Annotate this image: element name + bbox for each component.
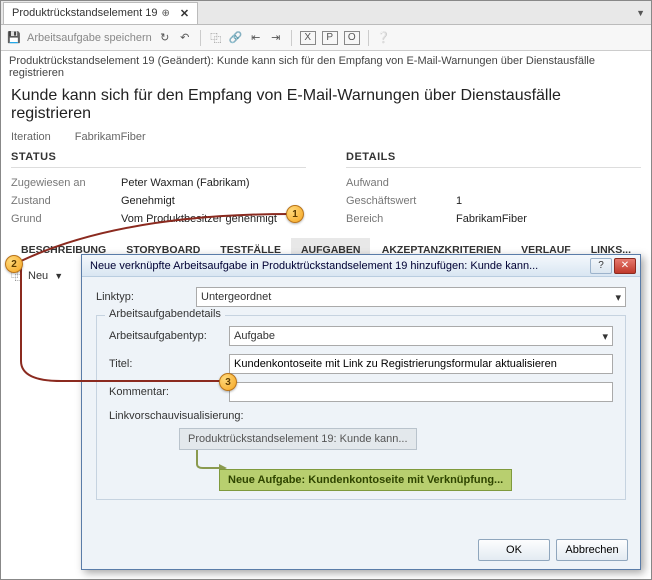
preview-label: Linkvorschauvisualisierung: — [109, 410, 613, 422]
linktype-value: Untergeordnet — [201, 291, 271, 303]
toolbar: 💾 Arbeitsaufgabe speichern ↻ ↶ ⿻ 🔗 ⇤ ⇥ X… — [1, 25, 651, 51]
chevron-down-icon[interactable]: ▼ — [54, 271, 63, 281]
undo-icon[interactable]: ↶ — [178, 31, 192, 45]
title-label: Titel: — [109, 358, 229, 370]
help-icon[interactable]: ❔ — [377, 31, 391, 45]
reason-value[interactable]: Vom Produktbesitzer genehmigt — [121, 213, 277, 225]
new-button[interactable]: Neu — [28, 270, 48, 282]
tab-overflow-icon[interactable]: ▼ — [636, 8, 645, 18]
dialog-titlebar[interactable]: Neue verknüpfte Arbeitsaufgabe in Produk… — [82, 255, 640, 277]
new-linked-workitem-dialog: Neue verknüpfte Arbeitsaufgabe in Produk… — [81, 254, 641, 570]
iteration-label: Iteration — [11, 131, 51, 143]
state-label: Zustand — [11, 195, 121, 207]
type-label: Arbeitsaufgabentyp: — [109, 330, 229, 342]
comment-label: Kommentar: — [109, 386, 229, 398]
fieldset-legend: Arbeitsaufgabendetails — [105, 308, 225, 320]
help-button[interactable]: ? — [590, 258, 612, 274]
preview-parent-node: Produktrückstandselement 19: Kunde kann.… — [179, 428, 417, 450]
iteration-value[interactable]: FabrikamFiber — [75, 131, 146, 143]
biz-label: Geschäftswert — [346, 195, 456, 207]
biz-value[interactable]: 1 — [456, 195, 462, 207]
outdent-icon[interactable]: ⇤ — [249, 31, 263, 45]
box-p-icon[interactable]: P — [322, 31, 338, 45]
status-header: STATUS — [11, 151, 306, 168]
page-title: Kunde kann sich für den Empfang von E-Ma… — [1, 83, 651, 131]
details-column: DETAILS Aufwand Geschäftswert1 BereichFa… — [346, 151, 641, 228]
type-select[interactable]: Aufgabe ▾ — [229, 326, 613, 346]
link-icon[interactable]: 🔗 — [229, 31, 243, 45]
state-value[interactable]: Genehmigt — [121, 195, 175, 207]
linktype-select[interactable]: Untergeordnet ▾ — [196, 287, 626, 307]
workitem-details-fieldset: Arbeitsaufgabendetails Arbeitsaufgabenty… — [96, 315, 626, 500]
tab-title: Produktrückstandselement 19 — [12, 7, 158, 19]
close-icon[interactable]: ✕ — [180, 7, 189, 20]
breadcrumb: Produktrückstandselement 19 (Geändert): … — [1, 51, 651, 83]
save-button[interactable]: Arbeitsaufgabe speichern — [27, 32, 152, 44]
save-icon[interactable]: 💾 — [7, 31, 21, 45]
linktype-label: Linktyp: — [96, 291, 196, 303]
title-input[interactable] — [229, 354, 613, 374]
assigned-label: Zugewiesen an — [11, 177, 121, 189]
box-o-icon[interactable]: O — [344, 31, 360, 45]
document-tab-bar: Produktrückstandselement 19 ⊕ ✕ ▼ — [1, 1, 651, 25]
indent-icon[interactable]: ⇥ — [269, 31, 283, 45]
comment-input[interactable] — [229, 382, 613, 402]
status-column: STATUS Zugewiesen anPeter Waxman (Fabrik… — [11, 151, 306, 228]
link-preview: Produktrückstandselement 19: Kunde kann.… — [109, 428, 613, 491]
copy-icon[interactable]: ⿻ — [209, 31, 223, 45]
effort-label: Aufwand — [346, 177, 456, 189]
dialog-title: Neue verknüpfte Arbeitsaufgabe in Produk… — [86, 260, 588, 272]
document-tab[interactable]: Produktrückstandselement 19 ⊕ ✕ — [3, 2, 198, 24]
callout-2: 2 — [5, 255, 23, 273]
chevron-down-icon: ▾ — [615, 291, 621, 304]
box-x-icon[interactable]: X — [300, 31, 316, 45]
type-value: Aufgabe — [234, 330, 275, 342]
area-value[interactable]: FabrikamFiber — [456, 213, 527, 225]
assigned-value[interactable]: Peter Waxman (Fabrikam) — [121, 177, 250, 189]
pin-icon[interactable]: ⊕ — [162, 8, 170, 19]
ok-button[interactable]: OK — [478, 539, 550, 561]
details-header: DETAILS — [346, 151, 641, 168]
iteration-row: Iteration FabrikamFiber — [1, 131, 651, 151]
callout-3: 3 — [219, 373, 237, 391]
chevron-down-icon: ▾ — [602, 330, 608, 343]
refresh-icon[interactable]: ↻ — [158, 31, 172, 45]
reason-label: Grund — [11, 213, 121, 225]
close-button[interactable]: ✕ — [614, 258, 636, 274]
preview-child-node: Neue Aufgabe: Kundenkontoseite mit Verkn… — [219, 469, 512, 491]
callout-1: 1 — [286, 205, 304, 223]
cancel-button[interactable]: Abbrechen — [556, 539, 628, 561]
area-label: Bereich — [346, 213, 456, 225]
